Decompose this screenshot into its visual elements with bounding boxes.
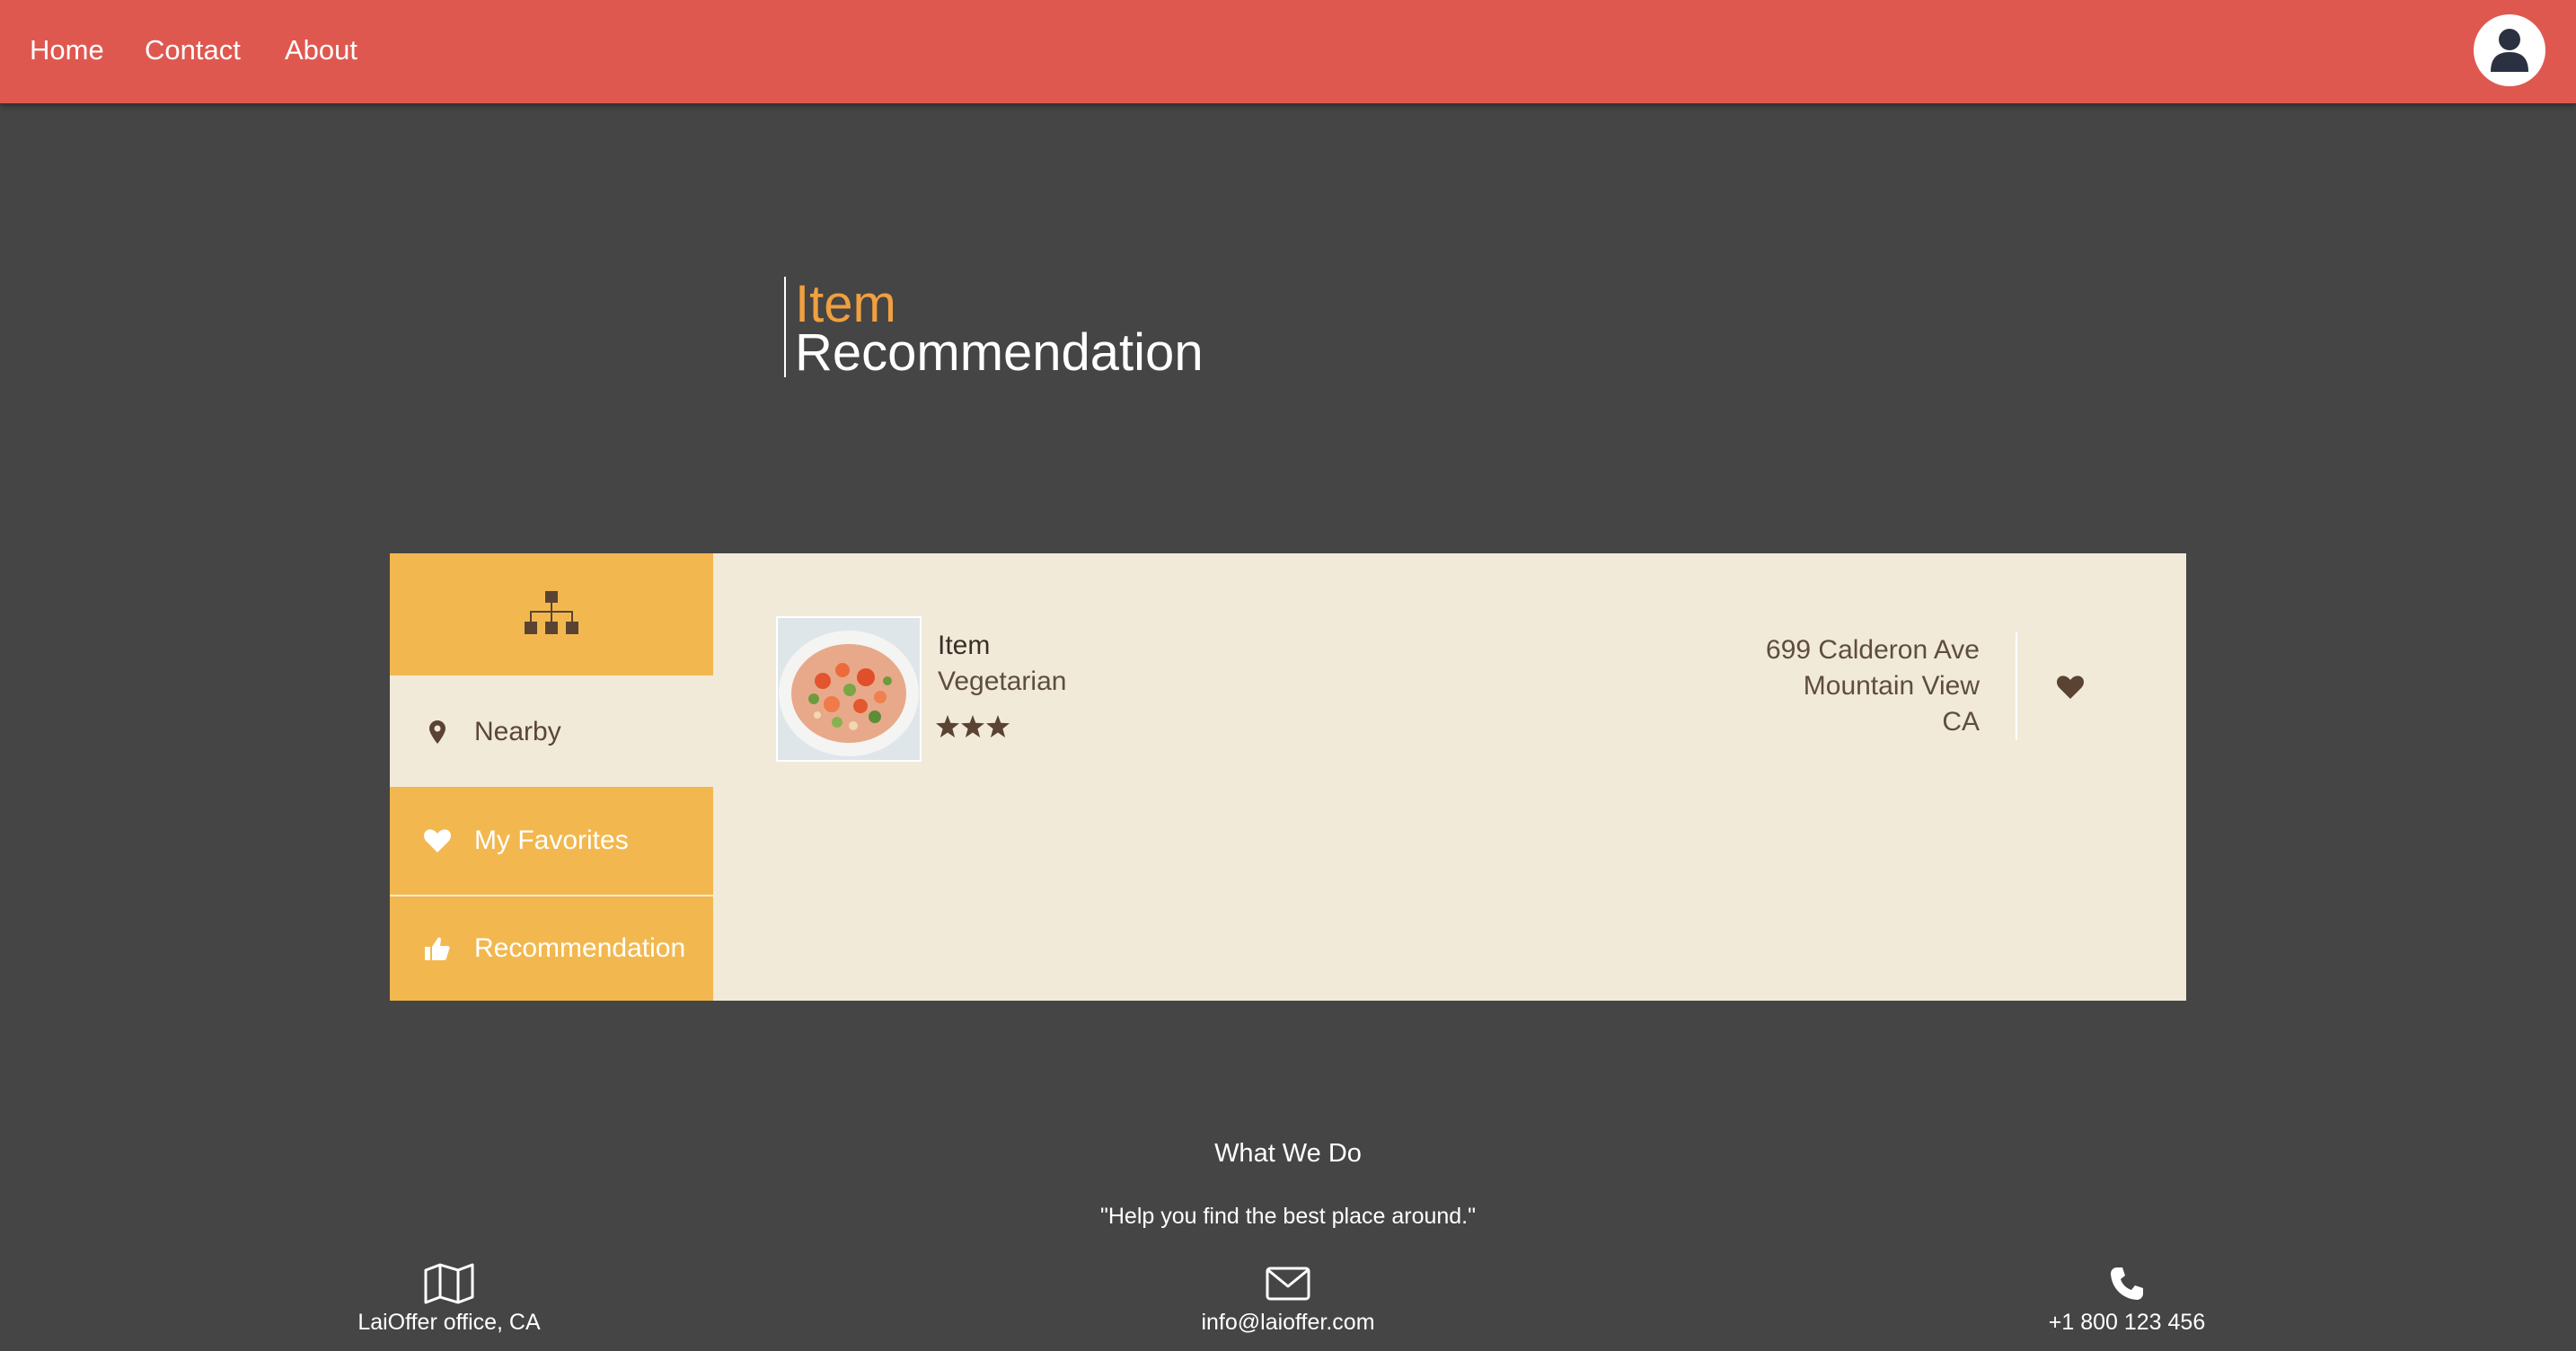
map-icon [424,1263,474,1304]
nav-about-link[interactable]: About [285,32,357,68]
star-icon [936,715,959,737]
salad-image [778,618,920,760]
map-marker-icon [424,719,451,746]
footer-office: LaiOffer office, CA [269,1261,629,1336]
heart-icon [424,827,451,854]
sidebar-item-nearby[interactable]: Nearby [390,678,713,786]
footer-office-text: LaiOffer office, CA [357,1310,541,1335]
star-icon [961,715,984,737]
footer-heading: What We Do [1214,1139,1362,1168]
top-nav-bar: Home Contact About [0,0,2576,103]
star-icon [986,715,1010,737]
user-avatar-button[interactable] [2474,14,2545,86]
address-line: 699 Calderon Ave [1766,635,1980,665]
heart-icon [2057,676,2084,699]
envelope-icon [1266,1267,1310,1301]
address-line: CA [1942,707,1980,737]
user-icon [2491,29,2528,72]
item-image[interactable] [776,616,922,762]
sidebar: Nearby My Favorites Recommendation [390,553,713,1001]
page-title: Item Recommendation [784,277,1204,382]
footer-phone: +1 800 123 456 [1947,1261,2307,1336]
sidebar-item-my-favorites[interactable]: My Favorites [390,787,713,895]
nav-home-link[interactable]: Home [30,32,104,68]
footer-email-link[interactable]: info@laioffer.com [1108,1310,1468,1336]
footer-phone-text: +1 800 123 456 [2048,1310,2206,1335]
phone-icon [2111,1267,2143,1300]
item-category: Vegetarian [938,667,1067,696]
sidebar-item-label: Nearby [474,717,561,746]
sidebar-item-recommendation[interactable]: Recommendation [390,896,713,1001]
thumbs-up-icon [424,935,451,962]
footer-quote: "Help you find the best place around." [1099,1204,1477,1229]
favorite-toggle-button[interactable] [2055,672,2086,702]
sidebar-item-label: My Favorites [474,826,629,855]
item-rating [936,715,1010,737]
item-divider [2016,632,2017,740]
nav-contact-link[interactable]: Contact [145,32,241,68]
item-address: 699 Calderon Ave Mountain View CA [1766,632,1980,740]
sidebar-item-label: Recommendation [474,933,686,963]
main-panel: Nearby My Favorites Recommendation [390,553,2186,1001]
footer-email: info@laioffer.com [1108,1261,1468,1336]
sidebar-logo [390,553,713,676]
item-name[interactable]: Item [938,631,990,661]
page-title-main: Recommendation [795,323,1204,382]
sitemap-icon [525,591,578,634]
address-line: Mountain View [1803,671,1980,701]
